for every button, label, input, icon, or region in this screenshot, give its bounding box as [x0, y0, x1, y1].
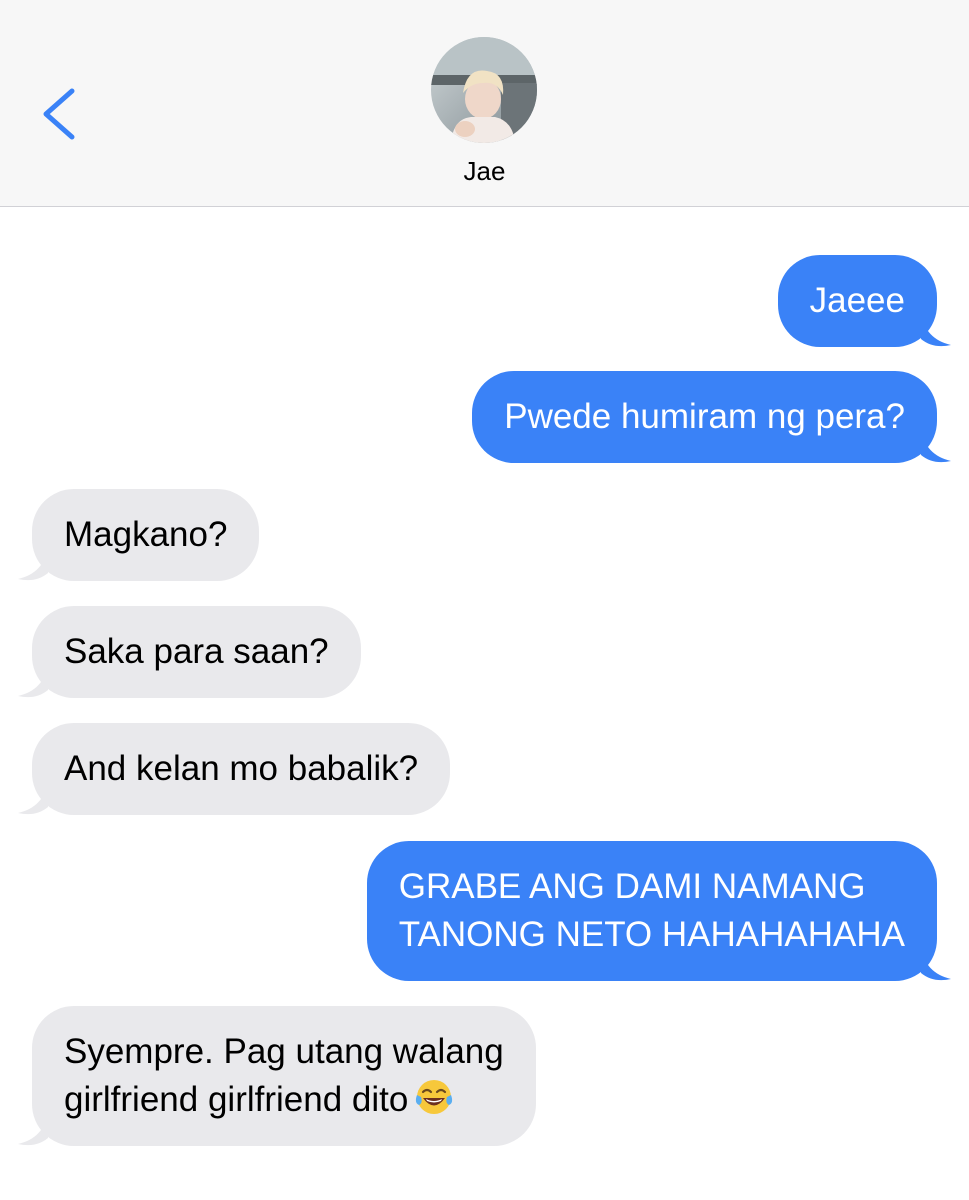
contact-photo	[431, 37, 537, 143]
message-text: TANONG NETO HAHAHAHAHA	[398, 915, 905, 954]
message-text: Syempre. Pag utang walang	[64, 1032, 504, 1071]
back-button[interactable]	[32, 78, 88, 150]
message-bubble-sent[interactable]: Jaeee	[777, 255, 951, 347]
message-bubble-received[interactable]: Saka para saan?	[18, 606, 361, 698]
bubble-tail	[921, 947, 951, 981]
conversation-header: Jae	[0, 0, 969, 207]
message-text: girlfriend girlfriend dito	[64, 1080, 409, 1119]
message-bubble-received[interactable]: Syempre. Pag utang walang girlfriend gir…	[18, 1006, 536, 1146]
bubble-tail	[921, 313, 951, 347]
chevron-left-icon	[43, 88, 75, 140]
message-text: GRABE ANG DAMI NAMANG	[398, 867, 866, 906]
message-bubble-received[interactable]: And kelan mo babalik?	[18, 723, 451, 815]
avatar[interactable]	[431, 37, 537, 143]
message-bubble-sent[interactable]: GRABE ANG DAMI NAMANG TANONG NETO HAHAHA…	[366, 841, 951, 981]
bubble-tail	[18, 547, 48, 581]
message-text: Magkano?	[64, 515, 228, 554]
bubble-tail	[18, 664, 48, 698]
message-bubble-sent[interactable]: Pwede humiram ng pera?	[472, 371, 951, 463]
message-text: Saka para saan?	[64, 632, 329, 671]
bubble-tail	[921, 429, 951, 463]
message-text: And kelan mo babalik?	[64, 749, 419, 788]
bubble-tail	[18, 781, 48, 815]
message-text: Jaeee	[809, 281, 905, 320]
message-text: Pwede humiram ng pera?	[504, 397, 905, 436]
contact-name[interactable]: Jae	[0, 156, 969, 187]
message-bubble-received[interactable]: Magkano?	[18, 489, 260, 581]
bubble-tail	[18, 1112, 48, 1146]
face-with-tears-of-joy-icon	[416, 1080, 453, 1114]
